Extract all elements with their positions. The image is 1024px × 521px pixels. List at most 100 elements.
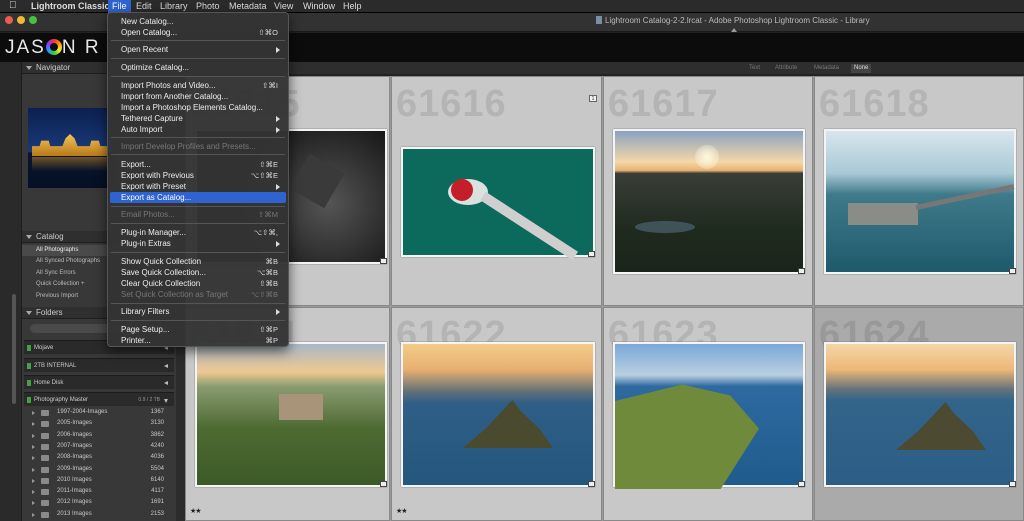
- folder-row[interactable]: 2012 Images 1691: [24, 497, 174, 508]
- disclosure-triangle-icon[interactable]: [32, 456, 35, 461]
- folder-row[interactable]: 2013 Images 2153: [24, 509, 174, 520]
- folder-row[interactable]: 2005-Images 3130: [24, 418, 174, 429]
- disclosure-triangle-icon[interactable]: [32, 444, 35, 449]
- menu-item-import-photos[interactable]: Import Photos and Video... ⇧⌘I: [110, 80, 286, 91]
- menu-item-open-recent[interactable]: Open Recent: [110, 44, 286, 55]
- folder-name: 2007-Images: [57, 442, 93, 449]
- volume-home-disk[interactable]: Home Disk: [24, 375, 174, 389]
- chevron-down-icon[interactable]: [164, 399, 168, 403]
- window-title-text: Lightroom Catalog-2-2.lrcat - Adobe Phot…: [605, 16, 870, 25]
- left-panel-scrollbar[interactable]: [12, 294, 16, 404]
- menu-item-plugin-extras[interactable]: Plug-in Extras: [110, 238, 286, 249]
- filter-metadata[interactable]: Metadata: [811, 64, 842, 73]
- window-title: Lightroom Catalog-2-2.lrcat - Adobe Phot…: [596, 16, 870, 25]
- volume-2tb-internal[interactable]: 2TB INTERNAL: [24, 358, 174, 372]
- chevron-left-icon[interactable]: [164, 364, 168, 368]
- grid-cell[interactable]: 61617: [603, 76, 813, 306]
- preview-building: [32, 134, 108, 156]
- thumbnail-badge-icon: [588, 481, 595, 487]
- disclosure-triangle-icon[interactable]: [32, 422, 35, 427]
- star-rating[interactable]: ★★: [190, 507, 202, 515]
- menu-item-show-quick-collection[interactable]: Show Quick Collection ⌘B: [110, 256, 286, 267]
- folder-row[interactable]: 1997-2004-Images 1367: [24, 407, 174, 418]
- folder-icon: [41, 421, 49, 428]
- star-rating[interactable]: ★★: [396, 507, 408, 515]
- menu-shortcut: ⇧⌘I: [262, 81, 278, 90]
- navigator-preview[interactable]: [28, 108, 114, 188]
- thumb-lake: [635, 221, 695, 233]
- folder-name: 2008-Images: [57, 454, 93, 461]
- folder-row[interactable]: 2009-Images 5504: [24, 464, 174, 475]
- disclosure-triangle-icon[interactable]: [32, 512, 35, 517]
- menu-item-export-with-previous[interactable]: Export with Previous ⌥⇧⌘E: [110, 170, 286, 181]
- disclosure-triangle-icon[interactable]: [32, 433, 35, 438]
- menu-item-page-setup[interactable]: Page Setup... ⇧⌘P: [110, 324, 286, 335]
- folders-label: Folders: [36, 308, 63, 317]
- menu-item-clear-quick-collection[interactable]: Clear Quick Collection ⇧⌘B: [110, 278, 286, 289]
- disclosure-triangle-icon[interactable]: [32, 490, 35, 495]
- grid-cell[interactable]: 61618: [814, 76, 1024, 306]
- menu-item-plugin-manager[interactable]: Plug-in Manager... ⌥⇧⌘,: [110, 227, 286, 238]
- submenu-arrow-icon: [276, 47, 280, 53]
- menu-item-label: Export...: [121, 160, 151, 169]
- apple-icon[interactable]: : [9, 0, 17, 12]
- menu-item-library-filters[interactable]: Library Filters: [110, 306, 286, 317]
- disclosure-triangle-icon[interactable]: [32, 467, 35, 472]
- menu-item-import-another-catalog[interactable]: Import from Another Catalog...: [110, 91, 286, 102]
- zoom-window-icon[interactable]: [29, 16, 37, 24]
- minimize-window-icon[interactable]: [17, 16, 25, 24]
- volume-photography-master[interactable]: Photography Master 0.9 / 2 TB: [24, 392, 174, 406]
- photo-thumbnail[interactable]: [613, 129, 805, 274]
- menu-item-import-elements-catalog[interactable]: Import a Photoshop Elements Catalog...: [110, 102, 286, 113]
- folder-row[interactable]: 2011-Images 4117: [24, 486, 174, 497]
- disclosure-triangle-icon[interactable]: [32, 501, 35, 506]
- menu-app-lightroom[interactable]: Lightroom Classic: [27, 0, 114, 13]
- photo-thumbnail[interactable]: [613, 342, 805, 489]
- menu-item-label: New Catalog...: [121, 17, 174, 26]
- menu-item-open-catalog[interactable]: Open Catalog... ⇧⌘O: [110, 27, 286, 38]
- filter-text[interactable]: Text: [746, 64, 763, 73]
- folder-name: 2009-Images: [57, 465, 93, 472]
- grid-cell[interactable]: 61623: [603, 307, 813, 521]
- grid-cell[interactable]: 61622 ★★: [391, 307, 602, 521]
- filter-attribute[interactable]: Attribute: [772, 64, 800, 73]
- thumbnail-badge-icon: [1009, 481, 1016, 487]
- menu-item-export[interactable]: Export... ⇧⌘E: [110, 159, 286, 170]
- folder-row[interactable]: 2008-Images 4036: [24, 452, 174, 463]
- menu-item-new-catalog[interactable]: New Catalog...: [110, 16, 286, 27]
- thumb-boat-canopy: [451, 179, 473, 201]
- folder-row[interactable]: 2007-Images 4240: [24, 441, 174, 452]
- thumb-pier-walk: [915, 184, 1015, 210]
- menu-item-export-with-preset[interactable]: Export with Preset: [110, 181, 286, 192]
- photo-thumbnail[interactable]: [195, 342, 387, 487]
- close-window-icon[interactable]: [5, 16, 13, 24]
- menu-item-printer[interactable]: Printer... ⌘P: [110, 335, 286, 346]
- photo-thumbnail[interactable]: [824, 129, 1016, 274]
- photo-thumbnail[interactable]: [824, 342, 1016, 487]
- disclosure-triangle-icon[interactable]: [32, 478, 35, 483]
- photo-thumbnail[interactable]: [401, 147, 595, 261]
- folder-row[interactable]: 2006-Images 3862: [24, 430, 174, 441]
- photo-thumbnail[interactable]: [401, 342, 595, 487]
- volume-name: Home Disk: [34, 380, 64, 386]
- folder-count: 3130: [150, 420, 164, 427]
- collapse-top-panel-icon[interactable]: [731, 28, 737, 32]
- menu-item-export-as-catalog[interactable]: Export as Catalog...: [110, 192, 286, 203]
- menu-item-label: Printer...: [121, 336, 151, 345]
- filter-none[interactable]: None: [851, 64, 872, 73]
- folder-row[interactable]: 2010 Images 6140: [24, 475, 174, 486]
- menu-item-label: Library Filters: [121, 307, 170, 316]
- photo-number: 61618: [819, 83, 930, 125]
- menu-item-auto-import[interactable]: Auto Import: [110, 124, 286, 135]
- menu-item-optimize-catalog[interactable]: Optimize Catalog...: [110, 62, 286, 73]
- menu-item-tethered-capture[interactable]: Tethered Capture: [110, 113, 286, 124]
- grid-cell[interactable]: 61624: [814, 307, 1024, 521]
- menu-item-save-quick-collection[interactable]: Save Quick Collection... ⌥⌘B: [110, 267, 286, 278]
- disclosure-triangle-icon[interactable]: [32, 411, 35, 415]
- chevron-left-icon[interactable]: [164, 381, 168, 385]
- menu-help[interactable]: Help: [339, 0, 366, 13]
- volume-status-icon: [27, 380, 31, 386]
- menu-window[interactable]: Window: [299, 0, 339, 13]
- grid-cell[interactable]: 61616 1: [391, 76, 602, 306]
- stack-count-badge[interactable]: 1: [589, 95, 597, 102]
